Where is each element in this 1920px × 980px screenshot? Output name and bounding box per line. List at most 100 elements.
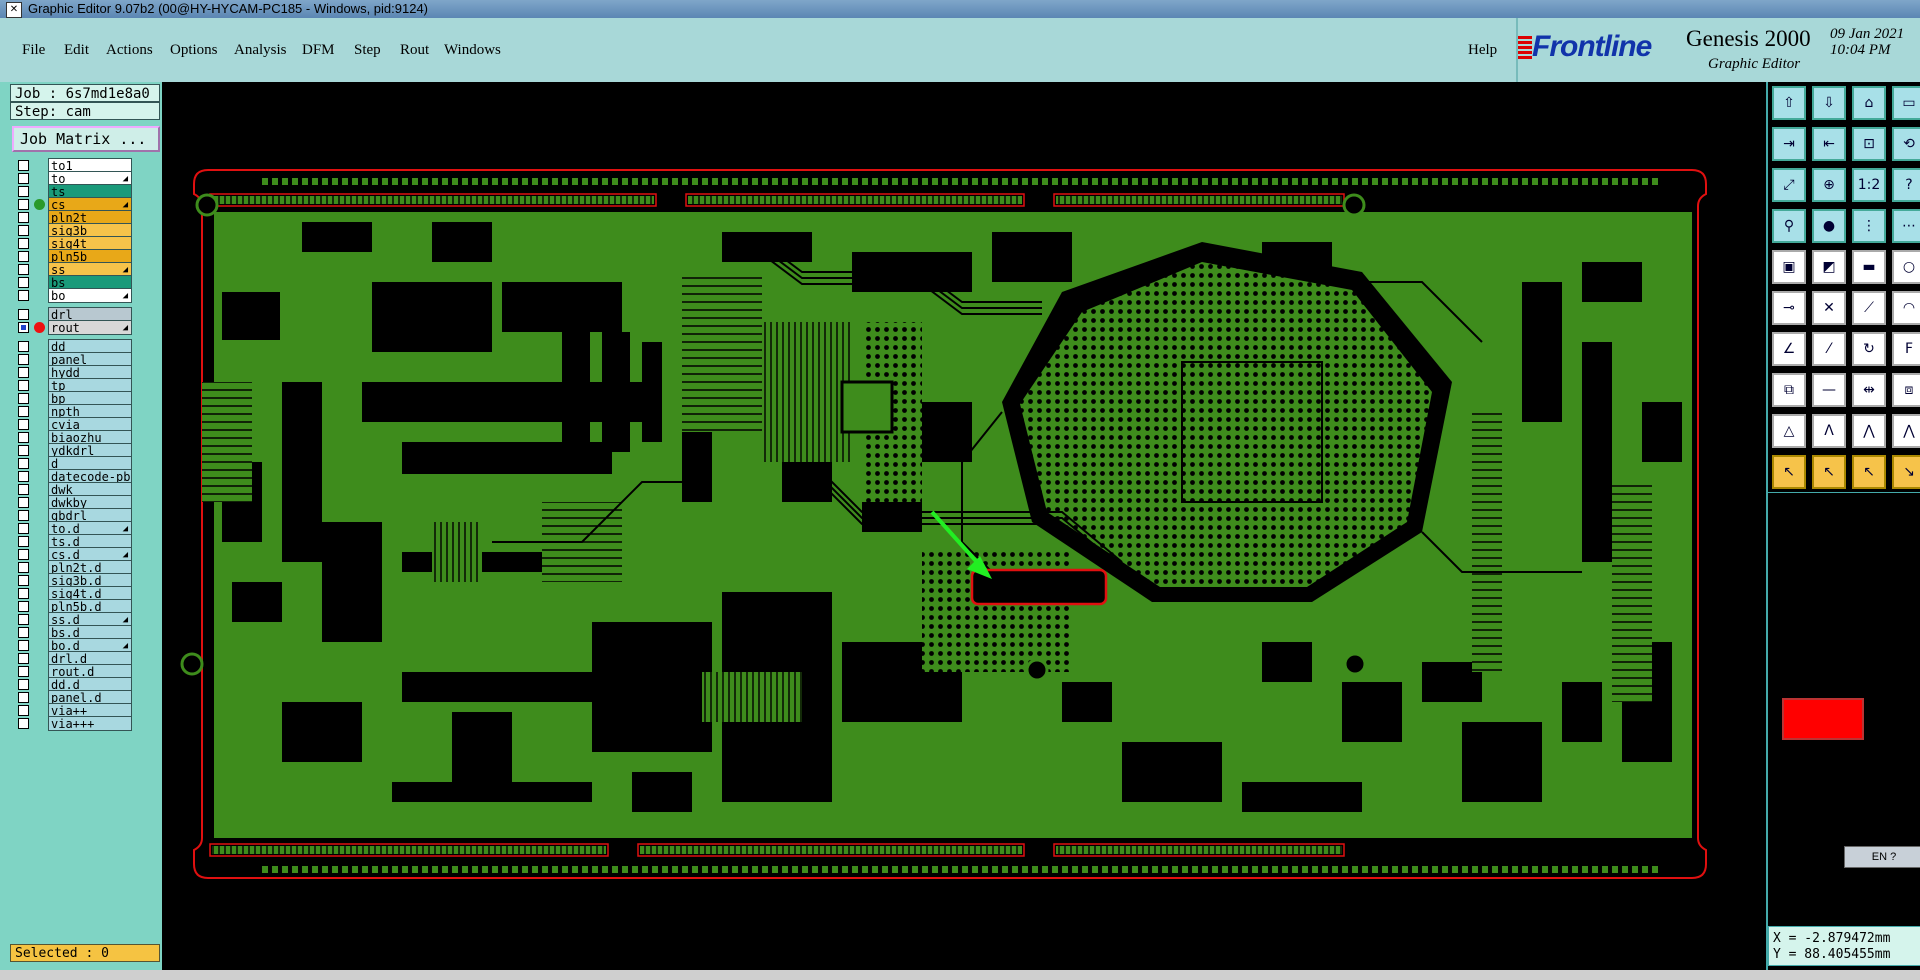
pcb-view[interactable] <box>162 82 1766 970</box>
copy-icon[interactable]: ⧉ <box>1772 373 1806 407</box>
zoom-window-icon[interactable]: ⊕ <box>1812 168 1846 202</box>
menu-options[interactable]: Options <box>170 42 218 59</box>
layer-checkbox[interactable] <box>18 199 29 210</box>
layer-checkbox[interactable] <box>18 406 29 417</box>
net-icon[interactable]: ⋯ <box>1892 209 1920 243</box>
layer-checkbox[interactable] <box>18 536 29 547</box>
layer-checkbox[interactable] <box>18 484 29 495</box>
pointer-icon[interactable]: ↖ <box>1772 455 1806 489</box>
layer-name[interactable]: bo ◢ <box>48 288 132 303</box>
layer-checkbox[interactable] <box>18 290 29 301</box>
layer-checkbox[interactable] <box>18 510 29 521</box>
layer-checkbox[interactable] <box>18 186 29 197</box>
layer-checkbox[interactable] <box>18 225 29 236</box>
layer-up-icon[interactable]: ⇧ <box>1772 86 1806 120</box>
layer-down-icon[interactable]: ⇩ <box>1812 86 1846 120</box>
angle-a-icon[interactable]: Λ <box>1812 414 1846 448</box>
graphic-canvas[interactable] <box>162 82 1766 970</box>
menu-file[interactable]: File <box>22 42 45 59</box>
layer-checkbox[interactable] <box>18 575 29 586</box>
layer-checkbox[interactable] <box>18 238 29 249</box>
home-icon[interactable]: ⌂ <box>1852 86 1886 120</box>
measure-icon[interactable]: ⚲ <box>1772 209 1806 243</box>
layer-row[interactable]: rout ◢ <box>12 320 132 335</box>
multi-pointer-icon[interactable]: ↘ <box>1892 455 1920 489</box>
route-icon[interactable]: ⋮ <box>1852 209 1886 243</box>
move-pointer-icon[interactable]: ↖ <box>1852 455 1886 489</box>
layer-checkbox[interactable] <box>18 679 29 690</box>
layer-checkbox[interactable] <box>18 445 29 456</box>
help-circle-icon[interactable]: ? <box>1890 851 1896 863</box>
layer-checkbox[interactable] <box>18 653 29 664</box>
layer-checkbox[interactable] <box>18 666 29 677</box>
layer-checkbox[interactable] <box>18 367 29 378</box>
language-indicator[interactable]: EN ? <box>1844 846 1920 868</box>
job-matrix-button[interactable]: Job Matrix ... <box>12 126 160 152</box>
layer-checkbox[interactable] <box>18 601 29 612</box>
layer-checkbox[interactable] <box>18 614 29 625</box>
arc-b-icon[interactable]: ⋀ <box>1892 414 1920 448</box>
select-region-icon[interactable]: ◩ <box>1812 250 1846 284</box>
menu-edit[interactable]: Edit <box>64 42 89 59</box>
arc-a-icon[interactable]: ⋀ <box>1852 414 1886 448</box>
layer-checkbox[interactable] <box>18 640 29 651</box>
zoom-in-icon[interactable]: ⇥ <box>1772 127 1806 161</box>
layer-row[interactable]: via+++ <box>12 716 132 731</box>
layer-checkbox[interactable] <box>18 251 29 262</box>
text-f-icon[interactable]: F <box>1892 332 1920 366</box>
layer-checkbox[interactable] <box>18 458 29 469</box>
layer-checkbox[interactable] <box>18 341 29 352</box>
layer-checkbox[interactable] <box>18 322 29 333</box>
layer-checkbox[interactable] <box>18 523 29 534</box>
select-pointer-icon[interactable]: ↖ <box>1812 455 1846 489</box>
arc-icon[interactable]: ◠ <box>1892 291 1920 325</box>
layer-checkbox[interactable] <box>18 705 29 716</box>
ruler-icon[interactable]: ▬ <box>1852 250 1886 284</box>
layer-checkbox[interactable] <box>18 380 29 391</box>
layer-checkbox[interactable] <box>18 432 29 443</box>
menu-actions[interactable]: Actions <box>106 42 153 59</box>
zoom-out-icon[interactable]: ⇤ <box>1812 127 1846 161</box>
layer-checkbox[interactable] <box>18 277 29 288</box>
curve-icon[interactable]: ↻ <box>1852 332 1886 366</box>
diagonal-icon[interactable]: ⁄ <box>1812 332 1846 366</box>
window-icon[interactable]: ▭ <box>1892 86 1920 120</box>
layer-checkbox[interactable] <box>18 309 29 320</box>
help-menu[interactable]: Help <box>1468 42 1497 59</box>
menu-rout[interactable]: Rout <box>400 42 429 59</box>
query-icon[interactable]: ? <box>1892 168 1920 202</box>
circle-icon[interactable]: ○ <box>1892 250 1920 284</box>
layer-checkbox[interactable] <box>18 627 29 638</box>
align-icon[interactable]: ⇹ <box>1852 373 1886 407</box>
layer-name[interactable]: via+++ <box>48 716 132 731</box>
current-layer-color-swatch[interactable] <box>1782 698 1864 740</box>
pan-icon[interactable]: ⊡ <box>1852 127 1886 161</box>
menu-dfm[interactable]: DFM <box>302 42 335 59</box>
menu-windows[interactable]: Windows <box>444 42 501 59</box>
add-pad-icon[interactable]: ▣ <box>1772 250 1806 284</box>
layer-row[interactable]: bo ◢ <box>12 288 132 303</box>
layer-checkbox[interactable] <box>18 419 29 430</box>
layer-checkbox[interactable] <box>18 264 29 275</box>
line-icon[interactable]: ∠ <box>1772 332 1806 366</box>
layer-checkbox[interactable] <box>18 588 29 599</box>
minus-icon[interactable]: — <box>1812 373 1846 407</box>
layer-checkbox[interactable] <box>18 718 29 729</box>
layer-checkbox[interactable] <box>18 692 29 703</box>
layer-checkbox[interactable] <box>18 471 29 482</box>
polygon-icon[interactable]: △ <box>1772 414 1806 448</box>
redraw-icon[interactable]: ⟲ <box>1892 127 1920 161</box>
fit-icon[interactable]: ⤢ <box>1772 168 1806 202</box>
layer-checkbox[interactable] <box>18 562 29 573</box>
layer-checkbox[interactable] <box>18 173 29 184</box>
layer-checkbox[interactable] <box>18 354 29 365</box>
connect-icon[interactable]: ⊸ <box>1772 291 1806 325</box>
scale-1-2-icon[interactable]: 1:2 <box>1852 168 1886 202</box>
layer-checkbox[interactable] <box>18 549 29 560</box>
cross-icon[interactable]: ✕ <box>1812 291 1846 325</box>
layer-checkbox[interactable] <box>18 393 29 404</box>
layer-checkbox[interactable] <box>18 212 29 223</box>
segment-icon[interactable]: ⟋ <box>1852 291 1886 325</box>
menu-step[interactable]: Step <box>354 42 381 59</box>
snap-pad-icon[interactable]: ● <box>1812 209 1846 243</box>
